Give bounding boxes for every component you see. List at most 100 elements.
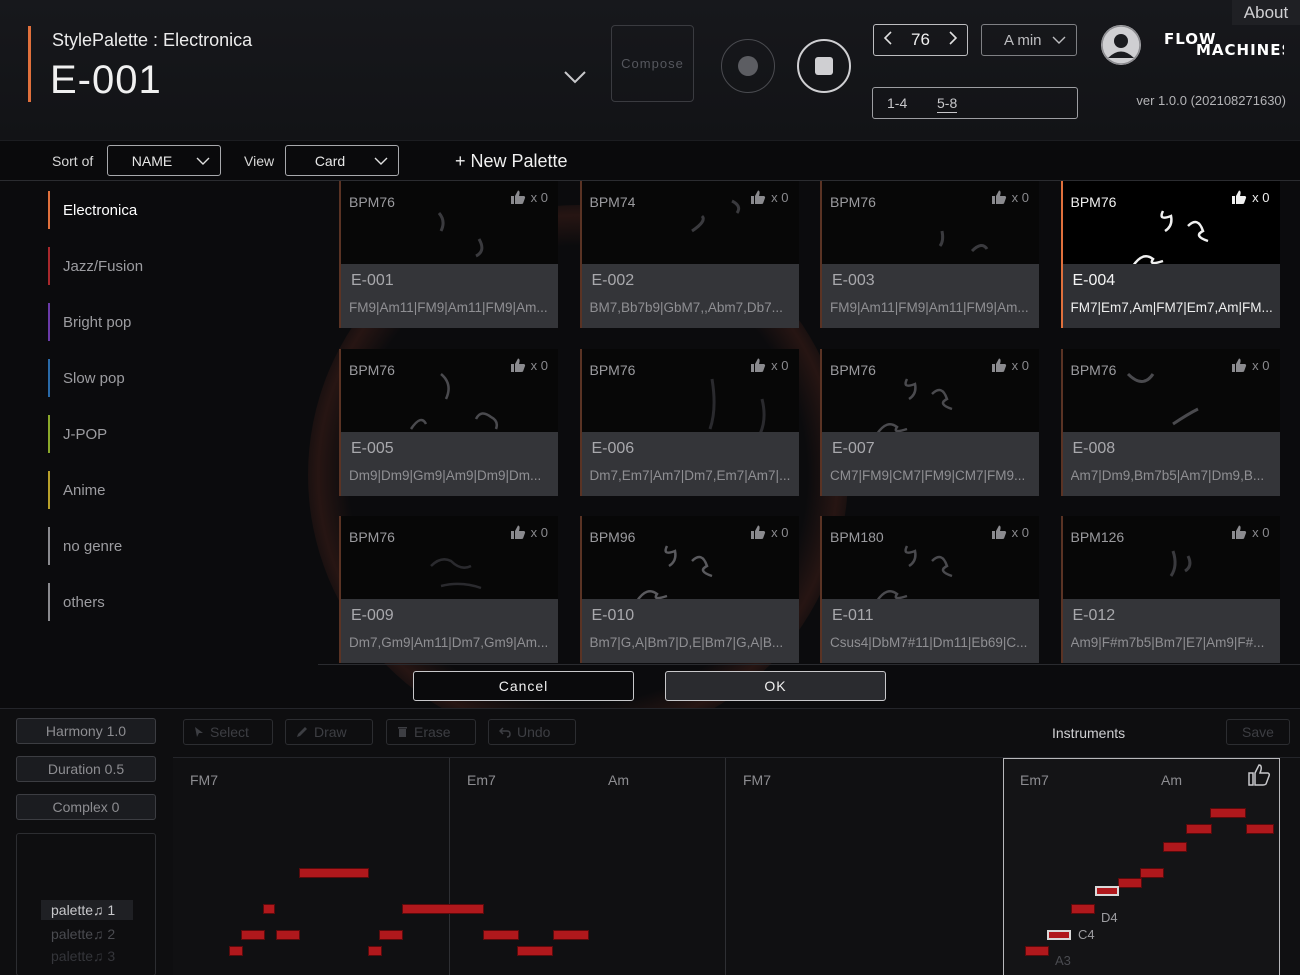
view-select[interactable]: Card	[285, 145, 399, 176]
midi-note[interactable]	[1186, 824, 1212, 834]
card-like-button[interactable]: x 0	[510, 190, 548, 205]
palette-card-e-003[interactable]: BPM76 x 0 E-003 FM9|Am11|FM9|Am11|FM9|Am...	[820, 181, 1039, 328]
genre-item-no-genre[interactable]: no genre	[48, 527, 288, 565]
midi-note[interactable]	[1118, 878, 1142, 888]
card-like-button[interactable]: x 0	[991, 358, 1029, 373]
midi-note[interactable]	[517, 946, 553, 956]
card-chords: Am9|F#m7b5|Bm7|E7|Am9|F#...	[1070, 635, 1265, 650]
card-like-button[interactable]: x 0	[510, 525, 548, 540]
view-label: View	[244, 153, 275, 169]
card-like-button[interactable]: x 0	[991, 190, 1029, 205]
select-tool-button[interactable]: Select	[183, 719, 273, 745]
genre-item-jazz-fusion[interactable]: Jazz/Fusion	[48, 247, 288, 285]
genre-item-bright-pop[interactable]: Bright pop	[48, 303, 288, 341]
midi-note[interactable]	[1025, 946, 1049, 956]
card-like-button[interactable]: x 0	[750, 525, 789, 540]
midi-note[interactable]	[276, 930, 300, 940]
genre-item-electronica[interactable]: Electronica	[48, 191, 288, 229]
genre-item-anime[interactable]: Anime	[48, 471, 288, 509]
palette-card-e-001[interactable]: BPM76 x 0 E-001 FM9|Am11|FM9|Am11|FM9|Am...	[339, 181, 558, 328]
palette-card-e-008[interactable]: BPM76 x 0 E-008 Am7|Dm9,Bm7b5|Am7|Dm9,B...	[1060, 348, 1280, 496]
tempo-increase-icon[interactable]	[947, 30, 959, 51]
card-like-button[interactable]: x 0	[991, 525, 1029, 540]
midi-note[interactable]	[1095, 886, 1119, 896]
midi-note[interactable]	[1071, 904, 1095, 914]
bar-range-selector[interactable]: 1-4 5-8	[872, 87, 1078, 119]
pitch-label: D4	[1101, 910, 1118, 925]
harmony-param-button[interactable]: Harmony 1.0	[16, 718, 156, 744]
palette-item-1[interactable]: palette♫ 1	[41, 900, 133, 920]
genre-item-others[interactable]: others	[48, 583, 288, 621]
tempo-stepper[interactable]: 76	[873, 24, 968, 56]
header: StylePalette : Electronica E-001 Compose…	[0, 0, 1300, 140]
draw-tool-button[interactable]: Draw	[285, 719, 373, 745]
genre-item-slow-pop[interactable]: Slow pop	[48, 359, 288, 397]
piano-roll[interactable]: FM7 Em7 Am FM7 Em7 Am D4 C4 A3	[173, 757, 1300, 975]
instruments-label[interactable]: Instruments	[1052, 725, 1125, 741]
stop-button[interactable]	[797, 39, 851, 93]
tempo-decrease-icon[interactable]	[882, 30, 894, 51]
midi-note[interactable]	[299, 868, 369, 878]
ok-button[interactable]: OK	[665, 671, 886, 701]
card-bpm: BPM76	[349, 194, 395, 210]
card-name: E-012	[1072, 607, 1116, 624]
midi-note[interactable]	[1246, 824, 1274, 834]
card-like-button[interactable]: x 0	[1231, 525, 1270, 540]
cancel-button[interactable]: Cancel	[413, 671, 634, 701]
bars-1-4-tab[interactable]: 1-4	[887, 95, 907, 111]
palette-card-e-009[interactable]: BPM76 x 0 E-009 Dm7,Gm9|Am11|Dm7,Gm9|Am...	[339, 516, 558, 663]
card-footer: E-012 Am9|F#m7b5|Bm7|E7|Am9|F#...	[1062, 599, 1280, 663]
card-chords: CM7|FM9|CM7|FM9|CM7|FM9...	[830, 467, 1026, 483]
palette-item-2[interactable]: palette♫ 2	[41, 926, 141, 942]
midi-note[interactable]	[263, 904, 275, 914]
erase-tool-button[interactable]: Erase	[386, 719, 476, 745]
card-like-button[interactable]: x 0	[1231, 190, 1270, 205]
card-like-button[interactable]: x 0	[750, 357, 789, 373]
selected-bar-region[interactable]	[1003, 758, 1280, 975]
about-button[interactable]: About	[1232, 0, 1300, 25]
card-like-button[interactable]: x 0	[750, 190, 789, 205]
midi-note[interactable]	[402, 904, 484, 914]
key-select[interactable]: A min	[981, 24, 1077, 56]
thumbs-up-icon[interactable]	[1247, 764, 1271, 791]
palette-card-e-002[interactable]: BPM74 x 0 E-002 BM7,Bb7b9|GbM7,,Abm7,Db7...	[579, 181, 799, 328]
midi-note[interactable]	[229, 946, 243, 956]
midi-note[interactable]	[368, 946, 382, 956]
card-name: E-005	[351, 439, 394, 457]
save-button[interactable]: Save	[1226, 719, 1290, 745]
record-button[interactable]	[721, 39, 775, 93]
bars-5-8-tab[interactable]: 5-8	[937, 95, 958, 113]
palette-card-e-010[interactable]: BPM96 x 0 E-010 Bm7|G,A|Bm7|D,E|Bm7|G,A|B..…	[579, 516, 799, 663]
card-like-button[interactable]: x 0	[1231, 358, 1270, 373]
midi-note[interactable]	[241, 930, 265, 940]
midi-note[interactable]	[1047, 930, 1071, 940]
compose-button[interactable]: Compose	[611, 25, 694, 102]
midi-note[interactable]	[379, 930, 403, 940]
sort-select[interactable]: NAME	[107, 145, 221, 176]
user-avatar-icon[interactable]	[1101, 25, 1141, 65]
palette-card-e-012[interactable]: BPM126 x 0 E-012 Am9|F#m7b5|Bm7|E7|Am9|F#..…	[1060, 516, 1280, 663]
palette-card-e-011[interactable]: BPM180 x 0 E-011 Csus4|DbM7#11|Dm11|Eb69|C.…	[820, 516, 1039, 663]
genre-item-j-pop[interactable]: J-POP	[48, 415, 288, 453]
midi-note[interactable]	[1210, 808, 1246, 818]
duration-param-button[interactable]: Duration 0.5	[16, 756, 156, 782]
undo-button[interactable]: Undo	[488, 719, 576, 745]
palette-card-e-005[interactable]: BPM76 x 0 E-005 Dm9|Dm9|Gm9|Am9|Dm9|Dm...	[339, 348, 558, 496]
card-chords: FM7|Em7,Am|FM7|Em7,Am|FM...	[1070, 300, 1273, 315]
card-bpm: BPM76	[349, 361, 395, 378]
midi-note[interactable]	[1140, 868, 1164, 878]
complex-param-button[interactable]: Complex 0	[16, 794, 156, 820]
palette-card-e-006[interactable]: BPM76 x 0 E-006 Dm7,Em7|Am7|Dm7,Em7|Am7|...	[579, 348, 799, 496]
card-footer: E-008 Am7|Dm9,Bm7b5|Am7|Dm9,B...	[1062, 431, 1280, 496]
midi-note[interactable]	[1163, 842, 1187, 852]
new-palette-button[interactable]: + New Palette	[455, 151, 568, 172]
palette-card-e-004[interactable]: BPM76 x 0 E-004 FM7|Em7,Am|FM7|Em7,Am|FM...	[1060, 181, 1280, 328]
midi-note[interactable]	[553, 930, 589, 940]
roll-chord-label: FM7	[190, 772, 218, 788]
midi-note[interactable]	[483, 930, 519, 940]
card-like-count: x 0	[771, 357, 789, 373]
palette-item-3[interactable]: palette♫ 3	[41, 948, 141, 964]
palette-card-e-007[interactable]: BPM76 x 0 E-007 CM7|FM9|CM7|FM9|CM7|FM9...	[820, 348, 1039, 496]
chevron-down-icon[interactable]	[560, 64, 590, 90]
card-like-button[interactable]: x 0	[510, 358, 548, 373]
